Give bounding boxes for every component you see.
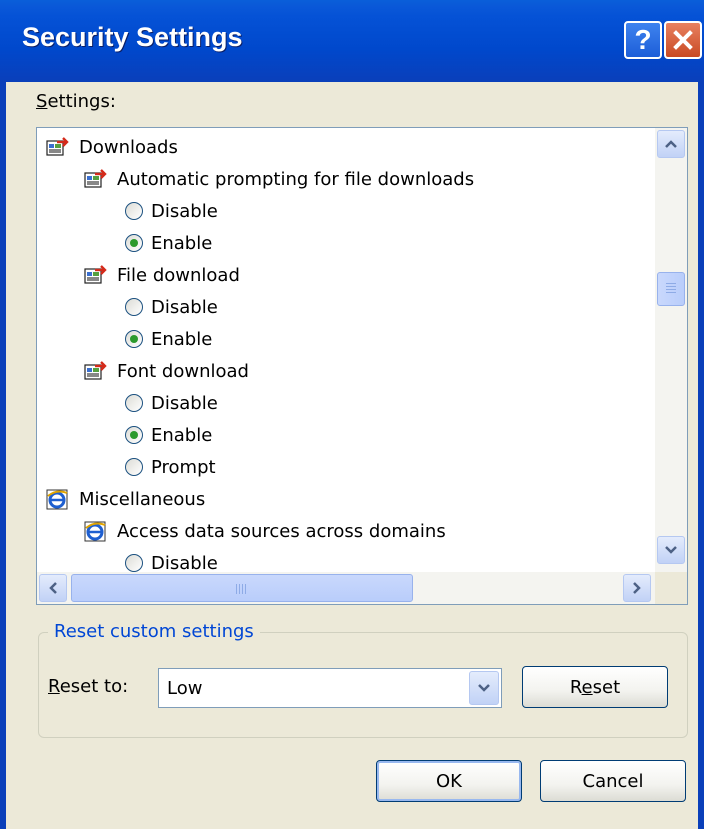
ie-icon [84,521,106,542]
tree-label: Downloads [79,136,178,158]
radio-unselected[interactable] [125,202,143,220]
settings-label-accelerator: S [36,91,48,112]
chevron-down-icon [665,546,677,554]
grip-icon [236,584,246,594]
radio-selected[interactable] [125,330,143,348]
option-row[interactable]: Enable [125,420,212,450]
tree-label: Enable [151,328,213,350]
ie-icon [46,489,68,510]
radio-unselected[interactable] [125,394,143,412]
settings-tree[interactable]: Downloads Automatic prompting for file do… [36,127,688,605]
help-button[interactable]: ? [624,21,662,59]
option-row[interactable]: Disable [125,196,218,226]
horizontal-scrollbar[interactable] [37,572,655,604]
tree-category: Miscellaneous [45,484,205,514]
reset-to-value: Low [167,678,203,699]
tree-label: File download [117,264,240,286]
window-frame-right [698,82,704,829]
cancel-button-label: Cancel [582,770,644,792]
option-row[interactable]: Enable [125,228,212,258]
tree-category: Downloads [45,132,178,162]
settings-label-rest: ettings: [47,91,116,112]
radio-dot [130,431,138,439]
download-category-icon [46,137,69,156]
radio-unselected[interactable] [125,458,143,476]
cancel-button[interactable]: Cancel [540,760,686,802]
radio-dot [130,239,138,247]
reset-to-label: Reset to: [48,676,128,697]
reset-button[interactable]: Reset [522,666,668,708]
scroll-up-button[interactable] [657,130,685,158]
option-row[interactable]: Disable [125,292,218,322]
tree-setting: Access data sources across domains [83,516,446,546]
download-setting-icon [84,265,107,284]
download-setting-icon [84,361,107,380]
scroll-down-button[interactable] [657,536,685,564]
reset-to-label-rest: eset to: [59,676,129,697]
tree-setting: Font download [83,356,249,386]
title-bar[interactable]: Security Settings ? [0,0,704,82]
horizontal-scroll-thumb[interactable] [71,574,413,602]
radio-dot [130,335,138,343]
grip-icon [666,283,676,293]
option-row[interactable]: Enable [125,324,212,354]
reset-group-legend: Reset custom settings [48,621,260,642]
chevron-down-icon [478,684,490,692]
tree-label: Enable [151,232,213,254]
settings-label: Settings: [36,91,116,112]
radio-unselected[interactable] [125,554,143,572]
reset-button-label: Reset [569,676,621,698]
download-setting-icon [84,169,107,188]
tree-label: Disable [151,552,218,574]
tree-label: Disable [151,296,218,318]
tree-setting: Automatic prompting for file downloads [83,164,474,194]
scroll-right-button[interactable] [623,574,651,602]
tree-label: Access data sources across domains [117,520,446,542]
close-button[interactable] [664,21,702,59]
reset-to-dropdown[interactable]: Low [158,668,502,708]
scroll-left-button[interactable] [39,574,67,602]
option-row[interactable]: Disable [125,388,218,418]
tree-label: Disable [151,392,218,414]
close-x-icon [673,30,693,50]
chevron-right-icon [633,582,641,594]
security-settings-dialog: Security Settings ? Settings: Downloads A… [0,0,704,829]
option-row[interactable]: Prompt [125,452,216,482]
chevron-left-icon [49,582,57,594]
radio-unselected[interactable] [125,298,143,316]
dialog-title: Security Settings [22,22,243,52]
tree-label: Automatic prompting for file downloads [117,168,475,190]
vertical-scroll-thumb[interactable] [657,272,685,306]
tree-label: Font download [117,360,249,382]
help-icon: ? [634,24,652,55]
tree-label: Prompt [151,456,216,478]
ok-button[interactable]: OK [376,760,522,802]
scrollbar-corner [655,572,687,604]
tree-setting: File download [83,260,240,290]
tree-label: Miscellaneous [79,488,206,510]
ok-button-label: OK [436,770,462,792]
vertical-scrollbar[interactable] [655,128,687,572]
dropdown-arrow-button[interactable] [469,671,499,705]
tree-label: Disable [151,200,218,222]
chevron-up-icon [665,140,677,148]
tree-label: Enable [151,424,213,446]
radio-selected[interactable] [125,234,143,252]
window-frame-left [0,82,6,829]
radio-selected[interactable] [125,426,143,444]
reset-to-accelerator: R [48,676,60,697]
